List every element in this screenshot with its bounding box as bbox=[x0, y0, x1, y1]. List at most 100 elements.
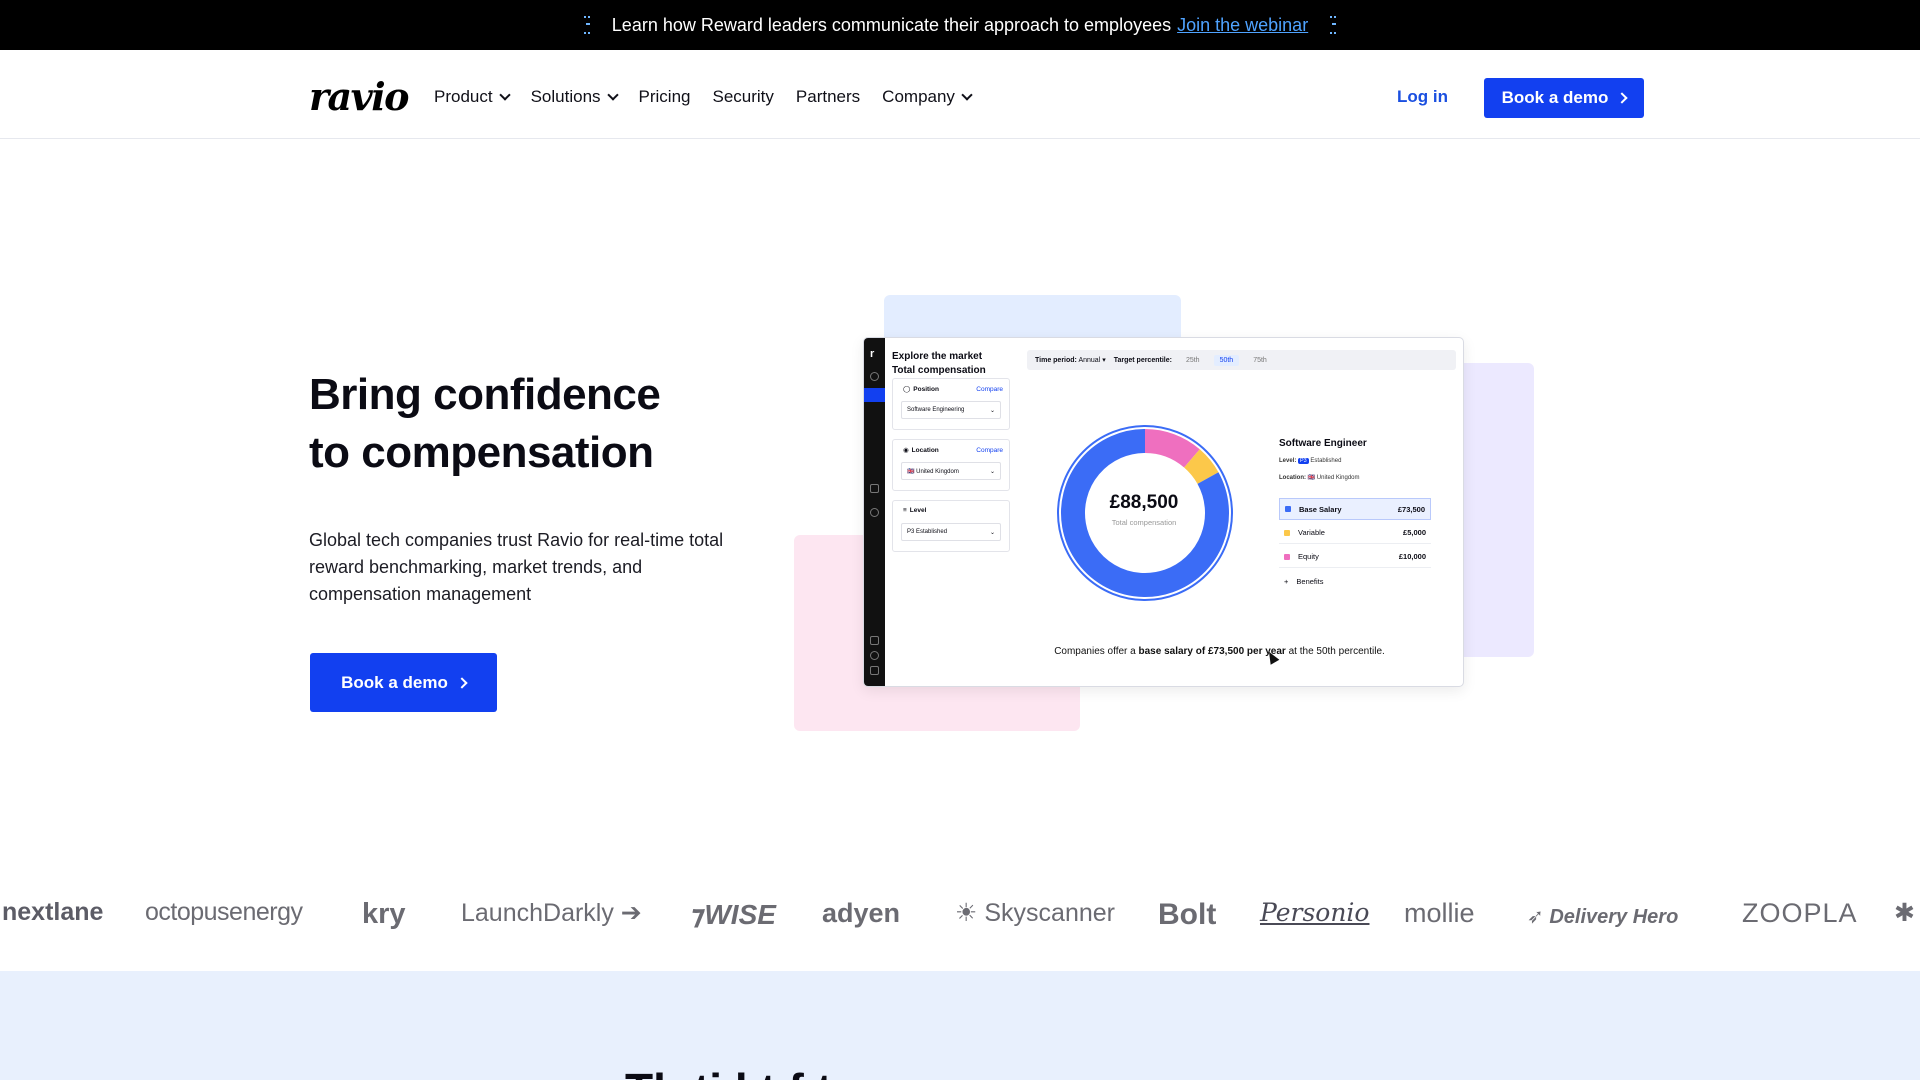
filter-label-text: Position bbox=[913, 385, 939, 393]
total-compensation-value: £88,500 bbox=[1109, 492, 1179, 513]
location-select[interactable]: 🇬🇧 United Kingdom ⌄ bbox=[901, 462, 1001, 480]
ravio-r-icon: r bbox=[870, 348, 875, 360]
legend-swatch bbox=[1284, 529, 1290, 536]
zoopla-logo: ZOOPLA bbox=[1742, 898, 1858, 928]
nav-item-label: Product bbox=[434, 87, 493, 106]
location-meta: Location: 🇬🇧 United Kingdom bbox=[1279, 474, 1360, 481]
customer-logos-strip: nextlane octopusenergy kry LaunchDarkly … bbox=[0, 898, 1920, 938]
dashboard-title-line1: Explore the market bbox=[892, 351, 983, 362]
location-filter-label: ◉ Location bbox=[903, 446, 939, 455]
nextlane-logo: nextlane bbox=[2, 898, 104, 926]
breakdown-value: £5,000 bbox=[1403, 528, 1426, 537]
meta-value: 🇬🇧 United Kingdom bbox=[1307, 475, 1360, 481]
bracket-right-icon bbox=[1328, 12, 1338, 38]
search-icon bbox=[870, 508, 879, 517]
nav-item-solutions[interactable]: Solutions bbox=[530, 87, 619, 107]
bolt-logo: Bolt bbox=[1158, 898, 1217, 931]
legend-swatch bbox=[1284, 553, 1290, 560]
meta-label: Location: bbox=[1279, 475, 1306, 481]
next-section-title-cut: Th ti l t f t bbox=[625, 1063, 832, 1080]
chevron-down-icon bbox=[961, 89, 973, 101]
level-filter: ≡ Level P3 Established ⌄ bbox=[892, 500, 1010, 552]
location-filter: ◉ Location Compare 🇬🇧 United Kingdom ⌄ bbox=[892, 439, 1010, 491]
compare-link[interactable]: Compare bbox=[976, 386, 1003, 393]
percentile-75th[interactable]: 75th bbox=[1247, 355, 1273, 366]
nav-item-product[interactable]: Product bbox=[434, 87, 511, 107]
time-period-control[interactable]: Time period: Annual ▾ bbox=[1035, 356, 1106, 364]
position-filter: ◯ Position Compare Software Engineering ⌄ bbox=[892, 378, 1010, 430]
person-icon: ◯ bbox=[903, 386, 911, 393]
total-compensation-label: Total compensation bbox=[1111, 518, 1177, 527]
meta-value: Established bbox=[1310, 458, 1342, 464]
select-value: Software Engineering bbox=[907, 407, 965, 413]
chevron-down-icon: ⌄ bbox=[989, 530, 995, 536]
select-value: 🇬🇧 United Kingdom bbox=[907, 469, 959, 475]
time-period-label: Time period: bbox=[1035, 357, 1077, 364]
nav-item-company[interactable]: Company bbox=[882, 87, 973, 107]
percentile-25th[interactable]: 25th bbox=[1180, 355, 1206, 366]
summary-pre: Companies offer a bbox=[1054, 646, 1136, 657]
breakdown-row-variable[interactable]: Variable £5,000 bbox=[1279, 522, 1431, 544]
wise-logo: ⁊WISE bbox=[690, 899, 776, 930]
book-demo-hero-button[interactable]: Book a demo bbox=[310, 653, 497, 712]
top-navigation: ravio Product Solutions Pricing Security… bbox=[0, 50, 1920, 139]
level-filter-label: ≡ Level bbox=[903, 507, 926, 514]
percentile-50th[interactable]: 50th bbox=[1213, 354, 1240, 366]
position-filter-label: ◯ Position bbox=[903, 385, 939, 394]
ravio-logo[interactable]: ravio bbox=[309, 74, 410, 119]
login-link[interactable]: Log in bbox=[1397, 87, 1448, 107]
compare-link[interactable]: Compare bbox=[976, 447, 1003, 454]
plus-icon: + bbox=[1284, 576, 1289, 586]
role-title: Software Engineer bbox=[1279, 438, 1367, 449]
app-sidebar: r bbox=[864, 338, 885, 686]
breakdown-row-benefits[interactable]: + Benefits bbox=[1279, 570, 1431, 592]
launchdarkly-logo: LaunchDarkly ➔ bbox=[461, 899, 642, 927]
nav-item-label: Solutions bbox=[530, 87, 601, 106]
position-select[interactable]: Software Engineering ⌄ bbox=[901, 401, 1001, 419]
compass-icon bbox=[870, 372, 879, 381]
filter-label-text: Location bbox=[911, 446, 939, 454]
kry-logo: kry bbox=[362, 898, 406, 930]
grid-icon bbox=[870, 484, 879, 493]
donut-segment-variable bbox=[1183, 449, 1219, 485]
chevron-down-icon bbox=[606, 89, 619, 101]
level-meta: Level: P3 Established bbox=[1279, 458, 1341, 464]
breakdown-value: £73,500 bbox=[1397, 504, 1425, 514]
dashboard-title: Explore the market Total compensation bbox=[892, 350, 986, 378]
sidebar-active-item bbox=[864, 388, 885, 402]
mollie-logo: mollie bbox=[1404, 898, 1475, 928]
nav-item-pricing[interactable]: Pricing bbox=[639, 87, 691, 107]
filter-label-text: Level bbox=[909, 507, 927, 514]
main-menu: Product Solutions Pricing Security Partn… bbox=[434, 87, 973, 107]
level-badge: P3 bbox=[1298, 458, 1309, 464]
button-label: Book a demo bbox=[1501, 88, 1609, 107]
personio-logo: Personio bbox=[1260, 898, 1370, 927]
breakdown-row-equity[interactable]: Equity £10,000 bbox=[1279, 546, 1431, 568]
donut-segment-equity bbox=[1144, 429, 1200, 468]
summary-bold: base salary of £73,500 per year bbox=[1138, 646, 1286, 657]
octopus-energy-logo: octopusenergy bbox=[145, 898, 303, 926]
logo-text: LaunchDarkly bbox=[461, 899, 614, 927]
dashboard-title-line2: Total compensation bbox=[892, 365, 986, 376]
nav-item-partners[interactable]: Partners bbox=[796, 87, 860, 107]
webinar-link[interactable]: Join the webinar bbox=[1177, 15, 1308, 36]
breakdown-row-base-salary[interactable]: Base Salary £73,500 bbox=[1279, 498, 1431, 520]
announcement-bar: Learn how Reward leaders communicate the… bbox=[0, 0, 1920, 50]
bars-icon: ≡ bbox=[903, 507, 907, 514]
breakdown-name: Benefits bbox=[1296, 576, 1324, 586]
book-demo-nav-button[interactable]: Book a demo bbox=[1484, 78, 1644, 118]
breakdown-name: Variable bbox=[1298, 528, 1325, 537]
hero-subtitle: Global tech companies trust Ravio for re… bbox=[309, 530, 724, 604]
breakdown-value: £10,000 bbox=[1398, 552, 1426, 561]
chevron-down-icon bbox=[498, 89, 511, 101]
logo-text: WISE bbox=[704, 899, 776, 930]
folder-icon bbox=[870, 636, 879, 645]
hero-title-line1: Bring confidence bbox=[309, 370, 661, 419]
skyscanner-logo: ☀ Skyscanner bbox=[955, 899, 1115, 927]
next-section-background bbox=[0, 971, 1920, 1080]
chevron-right-icon bbox=[1616, 92, 1629, 104]
hero-title-line2: to compensation bbox=[309, 428, 654, 477]
level-select[interactable]: P3 Established ⌄ bbox=[901, 523, 1001, 541]
nav-item-security[interactable]: Security bbox=[713, 87, 774, 107]
select-value: P3 Established bbox=[907, 529, 948, 535]
